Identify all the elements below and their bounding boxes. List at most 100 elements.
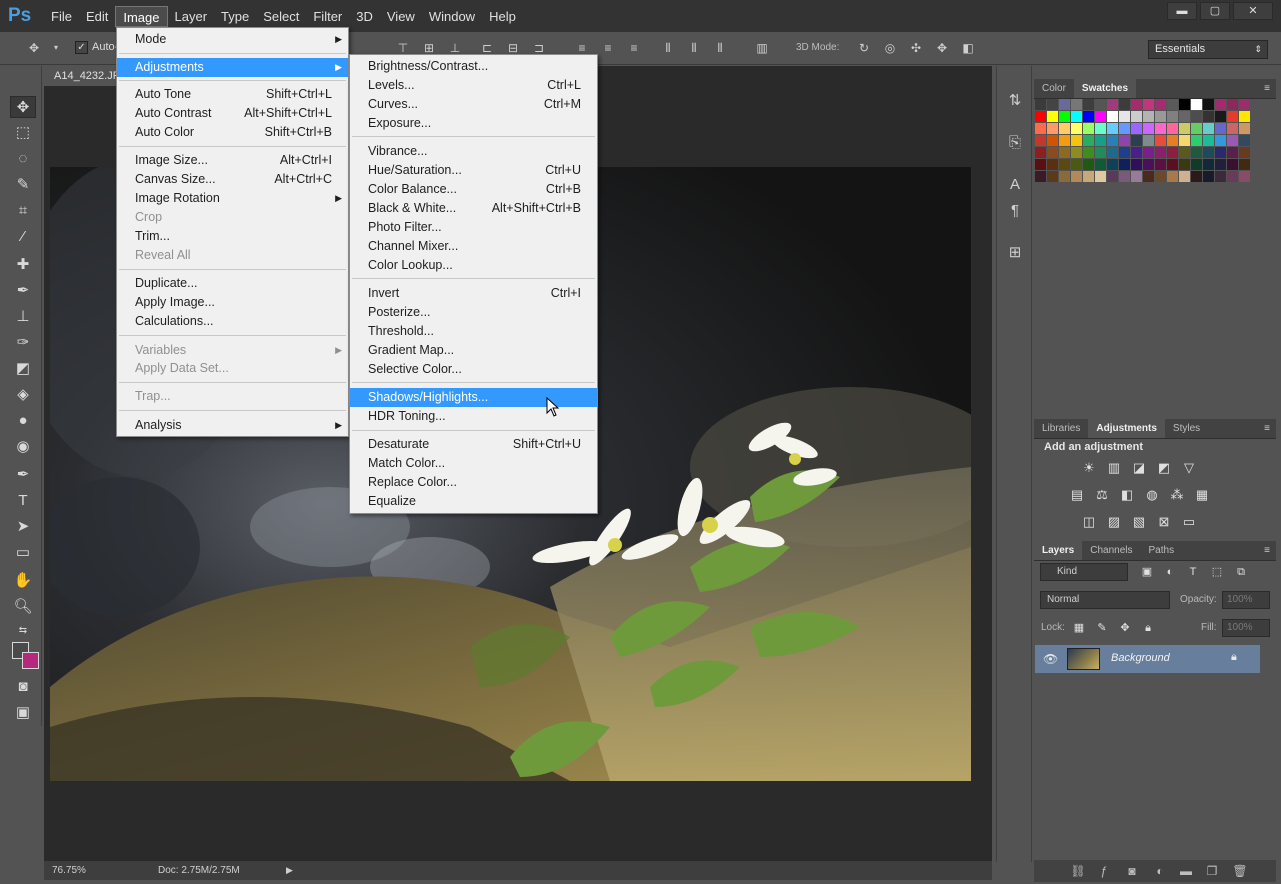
swatch[interactable] xyxy=(1071,99,1082,110)
swatch[interactable] xyxy=(1119,99,1130,110)
distribute-vcenter-icon[interactable]: ≡ xyxy=(600,40,616,56)
swatch[interactable] xyxy=(1203,111,1214,122)
menu-item-photo-filter[interactable]: Photo Filter... xyxy=(350,218,597,237)
menu-filter[interactable]: Filter xyxy=(306,6,349,27)
swatch[interactable] xyxy=(1191,111,1202,122)
swatch[interactable] xyxy=(1143,123,1154,134)
swatch[interactable] xyxy=(1203,171,1214,182)
menu-item-curves[interactable]: Curves... Ctrl+M xyxy=(350,95,597,114)
healing-brush-tool-icon[interactable]: ✚ xyxy=(10,254,36,276)
opacity-input[interactable]: 100% xyxy=(1222,591,1270,609)
swatch[interactable] xyxy=(1119,123,1130,134)
swatch[interactable] xyxy=(1119,147,1130,158)
swatch[interactable] xyxy=(1047,159,1058,170)
type-tool-icon[interactable]: T xyxy=(10,490,36,512)
color-balance-icon[interactable]: ⚖ xyxy=(1093,486,1111,504)
swatch[interactable] xyxy=(1071,147,1082,158)
swatch[interactable] xyxy=(1095,147,1106,158)
brightness-contrast-icon[interactable]: ☀ xyxy=(1080,459,1098,477)
zoom-level[interactable]: 76.75% xyxy=(52,865,86,876)
menu-item-replace-color[interactable]: Replace Color... xyxy=(350,473,597,492)
menu-view[interactable]: View xyxy=(380,6,422,27)
swatch[interactable] xyxy=(1131,135,1142,146)
swatch[interactable] xyxy=(1083,159,1094,170)
swatch[interactable] xyxy=(1155,147,1166,158)
tab-swatches[interactable]: Swatches xyxy=(1073,79,1137,98)
swatch[interactable] xyxy=(1035,171,1046,182)
swatch[interactable] xyxy=(1119,159,1130,170)
swatch[interactable] xyxy=(1155,159,1166,170)
selective-color-icon[interactable]: ⊠ xyxy=(1155,513,1173,531)
clone-stamp-tool-icon[interactable]: ⊥ xyxy=(10,306,36,328)
distribute-bottom-icon[interactable]: ≡ xyxy=(626,40,642,56)
swatch[interactable] xyxy=(1047,171,1058,182)
menu-item-apply-image[interactable]: Apply Image... xyxy=(117,293,348,312)
path-selection-tool-icon[interactable]: ➤ xyxy=(10,516,36,538)
layer-name[interactable]: Background xyxy=(1111,652,1170,664)
swatch[interactable] xyxy=(1227,135,1238,146)
auto-align-icon[interactable]: ▥ xyxy=(754,40,770,56)
swatch[interactable] xyxy=(1071,135,1082,146)
new-layer-icon[interactable]: ❐ xyxy=(1204,863,1220,879)
blur-tool-icon[interactable]: ● xyxy=(10,410,36,432)
swatch[interactable] xyxy=(1047,135,1058,146)
swatch[interactable] xyxy=(1047,147,1058,158)
menu-item-canvas-size[interactable]: Canvas Size... Alt+Ctrl+C xyxy=(117,170,348,189)
menu-item-auto-color[interactable]: Auto Color Shift+Ctrl+B xyxy=(117,123,348,142)
layer-row[interactable]: 👁︎ Background 🔒︎ xyxy=(1035,645,1260,673)
swatch[interactable] xyxy=(1239,111,1250,122)
swatch[interactable] xyxy=(1107,123,1118,134)
swatch[interactable] xyxy=(1107,111,1118,122)
swatch[interactable] xyxy=(1143,135,1154,146)
menu-3d[interactable]: 3D xyxy=(349,6,380,27)
swatch[interactable] xyxy=(1155,99,1166,110)
tab-adjustments[interactable]: Adjustments xyxy=(1088,419,1165,438)
swatch[interactable] xyxy=(1179,123,1190,134)
swatch[interactable] xyxy=(1143,159,1154,170)
menu-item-levels[interactable]: Levels... Ctrl+L xyxy=(350,76,597,95)
swatch[interactable] xyxy=(1203,147,1214,158)
menu-item-adjustments[interactable]: Adjustments ▶ xyxy=(117,58,348,77)
swatch[interactable] xyxy=(1047,123,1058,134)
swatch[interactable] xyxy=(1107,171,1118,182)
tool-preset-chevron-icon[interactable]: ▾ xyxy=(48,40,64,56)
swatch[interactable] xyxy=(1083,171,1094,182)
posterize-icon[interactable]: ▨ xyxy=(1105,513,1123,531)
menu-item-hue-saturation[interactable]: Hue/Saturation... Ctrl+U xyxy=(350,161,597,180)
swatch[interactable] xyxy=(1167,135,1178,146)
menu-item-auto-tone[interactable]: Auto Tone Shift+Ctrl+L xyxy=(117,85,348,104)
history-brush-tool-icon[interactable]: ✑ xyxy=(10,332,36,354)
swatch[interactable] xyxy=(1083,147,1094,158)
menu-item-brightness-contrast[interactable]: Brightness/Contrast... xyxy=(350,57,597,76)
menu-window[interactable]: Window xyxy=(422,6,482,27)
menu-item-equalize[interactable]: Equalize xyxy=(350,492,597,511)
tab-libraries[interactable]: Libraries xyxy=(1034,419,1088,438)
swatch[interactable] xyxy=(1239,147,1250,158)
swatch[interactable] xyxy=(1035,99,1046,110)
swatch[interactable] xyxy=(1119,171,1130,182)
layer-filter-select[interactable]: Kind xyxy=(1040,563,1128,581)
menu-layer[interactable]: Layer xyxy=(168,6,215,27)
menu-edit[interactable]: Edit xyxy=(79,6,115,27)
dodge-tool-icon[interactable]: ◉ xyxy=(10,436,36,458)
menu-select[interactable]: Select xyxy=(256,6,306,27)
swatch[interactable] xyxy=(1155,111,1166,122)
swatch[interactable] xyxy=(1095,123,1106,134)
swatch[interactable] xyxy=(1095,135,1106,146)
vibrance-icon[interactable]: ▽ xyxy=(1180,459,1198,477)
swatch[interactable] xyxy=(1059,99,1070,110)
auto-select-checkbox[interactable]: ✓ xyxy=(75,41,88,54)
filter-type-icon[interactable]: T xyxy=(1184,563,1202,581)
tab-styles[interactable]: Styles xyxy=(1165,419,1208,438)
swatch[interactable] xyxy=(1203,123,1214,134)
swatch[interactable] xyxy=(1239,171,1250,182)
tab-channels[interactable]: Channels xyxy=(1082,541,1140,560)
3d-roll-icon[interactable]: ◎ xyxy=(882,40,898,56)
swatch[interactable] xyxy=(1239,123,1250,134)
swatch[interactable] xyxy=(1167,147,1178,158)
menu-item-duplicate[interactable]: Duplicate... xyxy=(117,274,348,293)
swatch[interactable] xyxy=(1203,99,1214,110)
swatch[interactable] xyxy=(1203,135,1214,146)
swap-colors-icon[interactable]: ⇆ xyxy=(10,620,36,642)
swatch[interactable] xyxy=(1035,111,1046,122)
